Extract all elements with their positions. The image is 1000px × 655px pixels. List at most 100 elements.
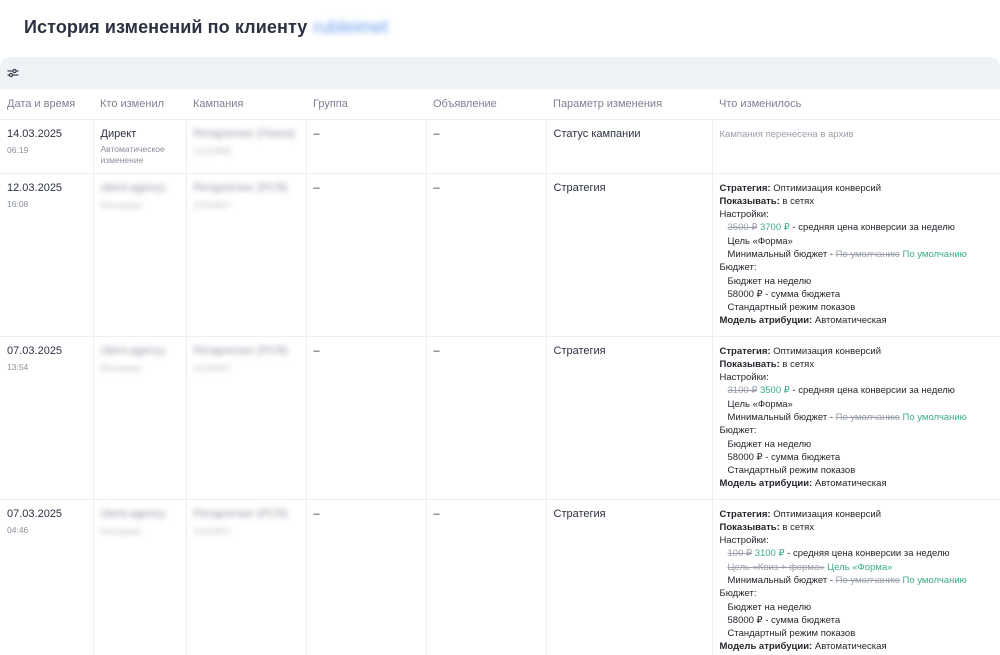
change-attribution: Модель атрибуции: Автоматическая (719, 315, 887, 327)
param-text: Статус кампании (553, 127, 641, 140)
change-min-budget: Минимальный бюджет - По умолчанию По умо… (727, 574, 967, 586)
campaign-link[interactable]: Ретаргетинг (РСЯ) (194, 508, 299, 521)
change-min-budget: Минимальный бюджет - По умолчанию По умо… (727, 411, 967, 423)
change-attribution: Модель атрибуции: Автоматическая (719, 478, 887, 490)
table-toolbar (0, 57, 1000, 89)
change-strategy: Стратегия: Оптимизация конверсий (719, 508, 882, 520)
header: История изменений по клиенту rubleimet (0, 0, 1000, 57)
campaign-link[interactable]: Ретаргетинг (РСЯ) (194, 345, 299, 358)
campaign-id: #1193807 (193, 199, 231, 210)
cell-group: – (306, 119, 427, 174)
table-header-row: Дата и время Кто изменил Кампания Группа… (0, 89, 1000, 120)
change-min-budget: Минимальный бюджет - По умолчанию По умо… (727, 248, 967, 260)
change-show: Показывать: в сетях (719, 195, 815, 207)
cell-who: client-agency Менеджер (93, 336, 187, 500)
cell-param: Статус кампании (546, 119, 713, 174)
time-text: 04:46 (7, 524, 29, 535)
date-text: 14.03.2025 (7, 127, 63, 140)
change-budget-mode: Стандартный режим показов (727, 465, 856, 477)
table-row: 07.03.2025 13:54 client-agency Менеджер … (0, 336, 1000, 500)
cell-datetime: 14.03.2025 06:19 (0, 119, 94, 174)
cell-campaign: Ретаргетинг (РСЯ) #1193807 (186, 173, 307, 337)
column-header-date[interactable]: Дата и время (0, 89, 93, 120)
change-budget-label: Бюджет: (719, 588, 757, 600)
cell-changes: Стратегия: Оптимизация конверсий Показыв… (712, 499, 1000, 655)
page-title-text: История изменений по клиенту (24, 17, 308, 37)
sliders-icon[interactable] (4, 64, 22, 82)
who-text: client-agency (100, 344, 166, 357)
change-budget-label: Бюджет: (719, 425, 757, 437)
cell-param: Стратегия (546, 336, 713, 500)
campaign-link[interactable]: Ретаргетинг (РСЯ) (194, 182, 299, 195)
who-text: client-agency (100, 181, 166, 194)
change-strategy: Стратегия: Оптимизация конверсий (719, 345, 882, 357)
cell-changes: Стратегия: Оптимизация конверсий Показыв… (712, 336, 1000, 500)
column-header-group[interactable]: Группа (306, 89, 426, 120)
change-show: Показывать: в сетях (719, 521, 815, 533)
change-text: Кампания перенесена в архив (719, 128, 854, 140)
column-header-param[interactable]: Параметр изменения (546, 89, 712, 120)
campaign-link[interactable]: Ретаргетинг (Поиск) (194, 128, 299, 141)
table-row: 12.03.2025 16:08 client-agency Менеджер … (0, 173, 1000, 337)
table-row: 07.03.2025 04:46 client-agency Менеджер … (0, 499, 1000, 655)
change-budget-sum: 58000 ₽ - сумма бюджета (727, 288, 841, 300)
cell-datetime: 07.03.2025 13:54 (0, 336, 94, 500)
who-text: client-agency (100, 507, 166, 520)
change-history-page: История изменений по клиенту rubleimet Да… (0, 0, 1000, 655)
campaign-id: #1222888 (193, 145, 232, 156)
column-header-campaign[interactable]: Кампания (186, 89, 306, 120)
cell-changes: Стратегия: Оптимизация конверсий Показыв… (712, 173, 1000, 337)
change-settings-label: Настройки: (719, 372, 769, 384)
param-text: Стратегия (553, 344, 606, 357)
date-text: 07.03.2025 (7, 344, 63, 357)
change-budget-mode: Стандартный режим показов (727, 302, 856, 314)
column-header-changes[interactable]: Что изменилось (712, 89, 1000, 120)
change-budget-mode: Стандартный режим показов (727, 628, 856, 640)
cell-param: Стратегия (546, 499, 713, 655)
change-budget-week: Бюджет на неделю (727, 438, 812, 450)
change-price: 100 ₽ 3100 ₽ - средняя цена конверсии за… (727, 548, 950, 560)
cell-datetime: 12.03.2025 16:08 (0, 173, 94, 337)
change-budget-week: Бюджет на неделю (727, 275, 812, 287)
cell-datetime: 07.03.2025 04:46 (0, 499, 94, 655)
change-budget-label: Бюджет: (719, 262, 757, 274)
change-price: 3500 ₽ 3700 ₽ - средняя цена конверсии з… (727, 222, 955, 234)
cell-group: – (306, 336, 427, 500)
change-goal: Цель «Квиз + форма» Цель «Форма» (727, 561, 893, 573)
change-goal: Цель «Форма» (727, 235, 793, 247)
time-text: 16:08 (7, 198, 29, 209)
table-row: 14.03.2025 06:19 Директ Автоматическое и… (0, 119, 1000, 174)
column-header-who[interactable]: Кто изменил (93, 89, 186, 120)
cell-group: – (306, 173, 427, 337)
cell-who: client-agency Менеджер (93, 173, 187, 337)
cell-group: – (306, 499, 427, 655)
who-text: Директ (100, 127, 137, 140)
cell-ad: – (426, 119, 547, 174)
cell-campaign: Ретаргетинг (РСЯ) #1193807 (186, 336, 307, 500)
history-table: Дата и время Кто изменил Кампания Группа… (0, 89, 1000, 655)
change-price: 3100 ₽ 3500 ₽ - средняя цена конверсии з… (727, 385, 955, 397)
change-settings-label: Настройки: (719, 535, 769, 547)
change-strategy: Стратегия: Оптимизация конверсий (719, 182, 882, 194)
campaign-id: #1193807 (193, 362, 231, 373)
cell-changes: Кампания перенесена в архив (712, 119, 1000, 174)
column-header-ad[interactable]: Объявление (426, 89, 546, 120)
cell-who: Директ Автоматическое изменение (93, 119, 187, 174)
change-show: Показывать: в сетях (719, 358, 815, 370)
campaign-id: #1193807 (193, 525, 231, 536)
cell-ad: – (426, 336, 547, 500)
client-name-link[interactable]: rubleimet (313, 17, 388, 37)
change-budget-sum: 58000 ₽ - сумма бюджета (727, 614, 841, 626)
cell-campaign: Ретаргетинг (Поиск) #1222888 (186, 119, 307, 174)
time-text: 13:54 (7, 361, 29, 372)
cell-campaign: Ретаргетинг (РСЯ) #1193807 (186, 499, 307, 655)
change-settings-label: Настройки: (719, 209, 769, 221)
change-attribution: Модель атрибуции: Автоматическая (719, 641, 887, 653)
change-budget-week: Бюджет на неделю (727, 601, 812, 613)
page-title: История изменений по клиенту rubleimet (24, 17, 388, 37)
param-text: Стратегия (553, 181, 606, 194)
cell-who: client-agency Менеджер (93, 499, 187, 655)
change-budget-sum: 58000 ₽ - сумма бюджета (727, 451, 841, 463)
param-text: Стратегия (553, 507, 606, 520)
who-subtext: Менеджер (100, 362, 142, 373)
